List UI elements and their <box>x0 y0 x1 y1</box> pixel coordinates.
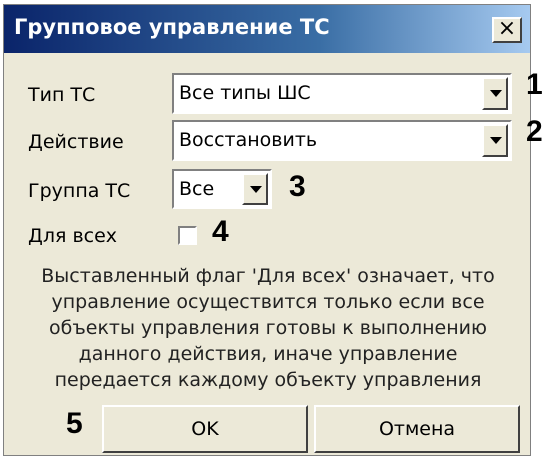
info-line: данного действия, иначе управление <box>78 343 458 365</box>
info-line: управление осуществится только если все <box>51 291 485 313</box>
chevron-down-icon <box>250 186 262 193</box>
close-icon: × <box>497 16 517 41</box>
info-line: Выставленный флаг 'Для всех' означает, ч… <box>41 265 495 287</box>
info-line: передается каждому объекту управления <box>54 369 482 391</box>
action-select[interactable]: Восстановить <box>172 120 512 161</box>
ts-group-dropdown-button[interactable] <box>242 173 268 205</box>
info-text: Выставленный флаг 'Для всех' означает, ч… <box>24 263 512 393</box>
ts-type-dropdown-button[interactable] <box>482 77 508 110</box>
ts-type-value: Все типы ШС <box>179 82 311 104</box>
ts-type-select[interactable]: Все типы ШС <box>172 73 512 114</box>
cancel-button[interactable]: Отмена <box>314 405 520 453</box>
for-all-label: Для всех <box>28 225 118 247</box>
group-control-dialog: Групповое управление ТС × Тип ТС Все тип… <box>3 4 531 456</box>
callout-marker-3: 3 <box>289 170 306 203</box>
ts-group-select[interactable]: Все <box>172 169 272 209</box>
ts-group-value: Все <box>179 178 215 200</box>
chevron-down-icon <box>490 90 502 97</box>
for-all-checkbox[interactable] <box>178 226 197 245</box>
close-button[interactable]: × <box>492 17 522 43</box>
dialog-title: Групповое управление ТС <box>14 15 330 39</box>
action-dropdown-button[interactable] <box>482 124 508 157</box>
ok-button[interactable]: OK <box>102 405 308 453</box>
ts-group-label: Группа ТС <box>28 180 131 202</box>
callout-marker-1: 1 <box>526 68 543 101</box>
title-bar[interactable]: Групповое управление ТС × <box>4 5 530 53</box>
callout-marker-5: 5 <box>66 407 83 440</box>
callout-marker-4: 4 <box>212 215 229 248</box>
action-value: Восстановить <box>179 129 318 151</box>
ts-type-label: Тип ТС <box>28 84 96 106</box>
action-label: Действие <box>28 131 124 153</box>
chevron-down-icon <box>490 137 502 144</box>
info-line: объекты управления готовы к выполнению <box>48 317 487 339</box>
callout-marker-2: 2 <box>526 115 543 148</box>
